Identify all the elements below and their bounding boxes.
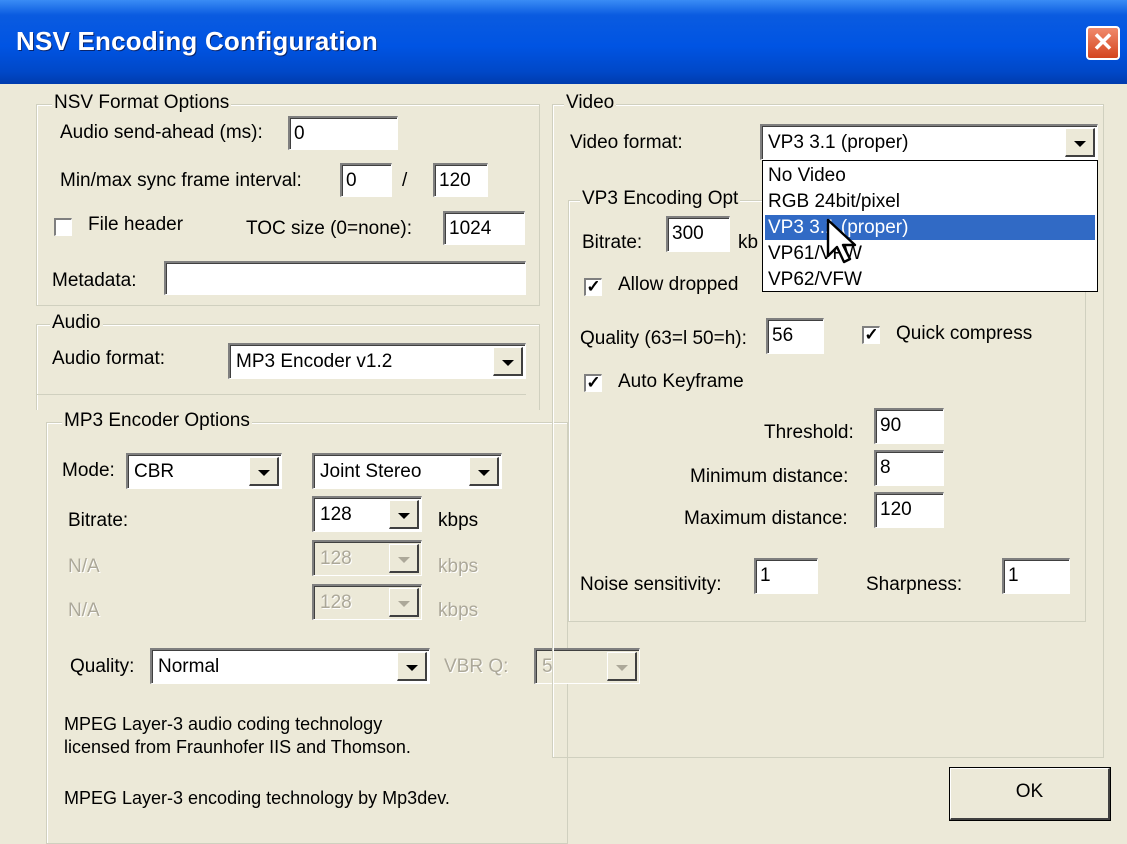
audio-format-label: Audio format: [52, 348, 165, 369]
min-distance-input[interactable]: 8 [874, 450, 944, 486]
na-select-2: 128 [312, 584, 422, 620]
chevron-down-icon [389, 588, 419, 617]
mode-value: CBR [134, 461, 175, 482]
encoding-credit: MPEG Layer-3 encoding technology by Mp3d… [64, 788, 450, 808]
sharpness-input[interactable]: 1 [1002, 558, 1070, 594]
ok-button[interactable]: OK [949, 767, 1111, 821]
audio-divider [36, 394, 526, 395]
mode-label: Mode: [62, 460, 115, 481]
na-label-1: N/A [68, 556, 100, 577]
na-value-2: 128 [320, 592, 352, 613]
dropdown-option[interactable]: VP61/VFW [765, 241, 1095, 266]
close-button[interactable]: ✕ [1086, 26, 1120, 60]
vp3-bitrate-input[interactable]: 300 [666, 216, 730, 252]
allow-dropped-checkbox[interactable]: ✓ [584, 278, 602, 296]
video-format-label: Video format: [570, 132, 683, 153]
na-label-2: N/A [68, 600, 100, 621]
allow-dropped-label: Allow dropped [618, 274, 739, 295]
chevron-down-icon[interactable] [469, 457, 499, 486]
chevron-down-icon[interactable] [493, 347, 523, 376]
audio-group-label: Audio [50, 312, 103, 334]
window-title: NSV Encoding Configuration [16, 26, 378, 56]
video-format-select[interactable]: VP3 3.1 (proper) [760, 124, 1098, 160]
video-format-dropdown-list[interactable]: No Video RGB 24bit/pixel VP3 3.1 (proper… [762, 160, 1098, 292]
chevron-down-icon [389, 544, 419, 573]
chevron-down-icon[interactable] [249, 457, 279, 486]
min-distance-label: Minimum distance: [690, 466, 849, 487]
metadata-label: Metadata: [52, 270, 137, 291]
mp3-bitrate-label: Bitrate: [68, 510, 129, 531]
chevron-down-icon[interactable] [1065, 128, 1095, 157]
channel-mode-select[interactable]: Joint Stereo [312, 453, 502, 489]
auto-keyframe-checkbox[interactable]: ✓ [584, 374, 602, 392]
sync-max-input[interactable]: 120 [433, 163, 488, 197]
vp3-bitrate-label: Bitrate: [582, 232, 643, 253]
max-distance-label: Maximum distance: [684, 508, 848, 529]
threshold-label: Threshold: [764, 422, 854, 443]
metadata-input[interactable] [164, 261, 526, 295]
mode-select[interactable]: CBR [126, 453, 282, 489]
chevron-down-icon[interactable] [397, 652, 427, 681]
quality-value: Normal [158, 656, 220, 677]
mp3-bitrate-value: 128 [320, 504, 352, 525]
audio-format-select[interactable]: MP3 Encoder v1.2 [228, 343, 526, 379]
vp3-quality-input[interactable]: 56 [766, 318, 824, 354]
quality-select[interactable]: Normal [150, 648, 430, 684]
channel-mode-value: Joint Stereo [320, 461, 422, 482]
quality-label: Quality: [70, 656, 135, 677]
dropdown-option[interactable]: RGB 24bit/pixel [765, 189, 1095, 214]
vp3-options-group-label: VP3 Encoding Opt [580, 188, 741, 210]
audio-send-ahead-input[interactable]: 0 [288, 116, 398, 150]
dropdown-option[interactable]: No Video [765, 163, 1095, 188]
mp3-bitrate-select[interactable]: 128 [312, 496, 422, 532]
mouse-cursor-icon [826, 218, 857, 264]
chevron-down-icon[interactable] [389, 500, 419, 529]
vp3-quality-label: Quality (63=l 50=h): [580, 328, 747, 349]
audio-send-ahead-label: Audio send-ahead (ms): [60, 122, 263, 143]
na-select-1: 128 [312, 540, 422, 576]
noise-sensitivity-input[interactable]: 1 [754, 558, 818, 594]
auto-keyframe-label: Auto Keyframe [618, 371, 744, 392]
na-value-1: 128 [320, 548, 352, 569]
threshold-input[interactable]: 90 [874, 408, 944, 444]
toc-size-label: TOC size (0=none): [246, 218, 412, 239]
sync-min-input[interactable]: 0 [340, 163, 392, 197]
sharpness-label: Sharpness: [866, 574, 963, 595]
mp3-bitrate-unit: kbps [438, 510, 479, 531]
vp3-bitrate-unit: kb [738, 232, 759, 253]
license-line-2: licensed from Fraunhofer IIS and Thomson… [64, 737, 411, 757]
mp3-options-group-label: MP3 Encoder Options [62, 410, 252, 432]
na-unit-2: kbps [438, 600, 479, 621]
toc-size-input[interactable]: 1024 [443, 211, 525, 245]
video-format-value: VP3 3.1 (proper) [768, 132, 909, 153]
audio-format-value: MP3 Encoder v1.2 [236, 351, 393, 372]
dropdown-option[interactable]: VP62/VFW [765, 267, 1095, 292]
sync-separator: / [402, 170, 408, 191]
quick-compress-checkbox[interactable]: ✓ [862, 326, 880, 344]
max-distance-input[interactable]: 120 [874, 492, 944, 528]
vbr-q-label: VBR Q: [444, 656, 509, 677]
vbr-q-value: 5 [542, 656, 553, 677]
quick-compress-label: Quick compress [896, 323, 1033, 344]
noise-sensitivity-label: Noise sensitivity: [580, 574, 722, 595]
na-unit-1: kbps [438, 556, 479, 577]
file-header-label: File header [88, 214, 184, 235]
license-line-1: MPEG Layer-3 audio coding technology [64, 714, 383, 734]
sync-interval-label: Min/max sync frame interval: [60, 170, 302, 191]
close-icon: ✕ [1092, 27, 1114, 57]
file-header-checkbox[interactable] [54, 218, 72, 236]
nsv-format-group-label: NSV Format Options [52, 92, 232, 114]
dropdown-option-selected[interactable]: VP3 3.1 (proper) [765, 215, 1095, 240]
video-group-label: Video [564, 92, 617, 114]
